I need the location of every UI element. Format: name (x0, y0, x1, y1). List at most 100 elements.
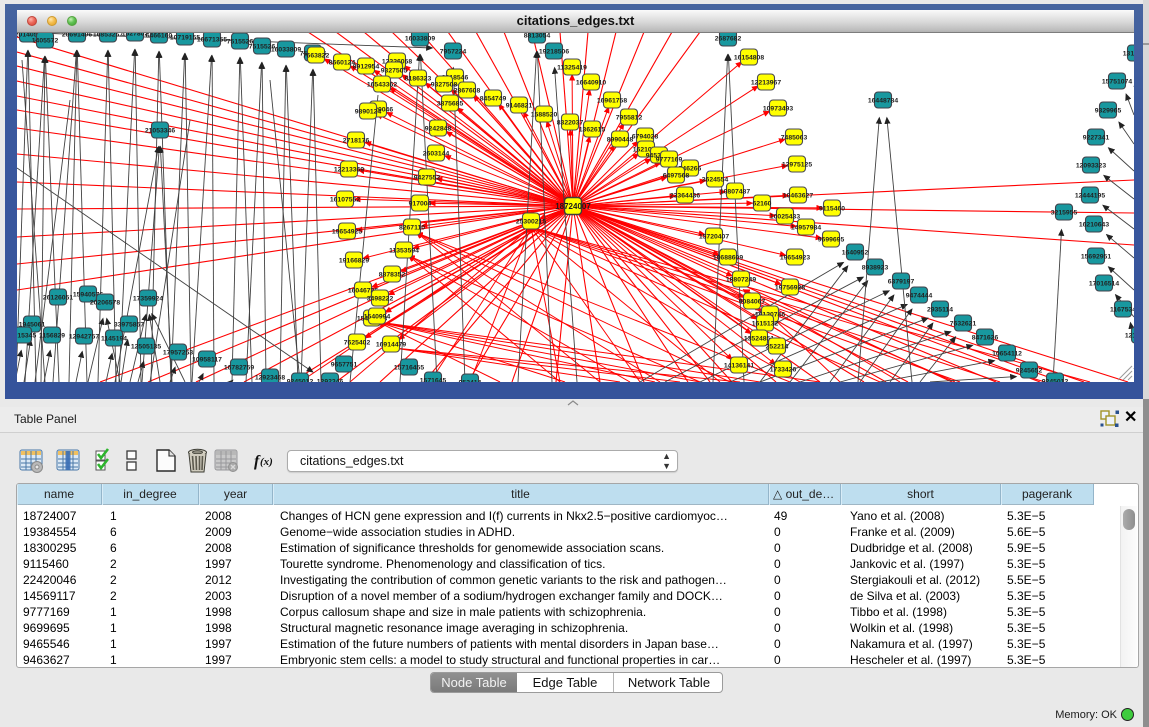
svg-text:10654112: 10654112 (992, 350, 1022, 357)
svg-text:3498222: 3498222 (367, 295, 394, 302)
svg-text:1527802: 1527802 (122, 33, 149, 37)
svg-text:14136141: 14136141 (724, 362, 754, 369)
svg-text:12923468: 12923468 (255, 374, 285, 381)
svg-text:26126051: 26126051 (43, 294, 73, 301)
svg-text:8990448: 8990448 (607, 136, 634, 143)
svg-text:9777169: 9777169 (656, 156, 683, 163)
svg-text:12505135: 12505135 (131, 343, 161, 350)
svg-text:19756928: 19756928 (775, 284, 805, 291)
svg-text:25300215: 25300215 (516, 218, 546, 225)
svg-text:9146821: 9146821 (506, 102, 533, 109)
svg-text:8267110: 8267110 (399, 224, 425, 231)
svg-text:2718176: 2718176 (343, 137, 370, 144)
svg-text:1167534: 1167534 (1110, 306, 1134, 313)
svg-text:33975857: 33975857 (114, 321, 144, 328)
svg-text:16448784: 16448784 (868, 97, 898, 104)
svg-text:6794028: 6794028 (632, 133, 659, 140)
svg-text:12093323: 12093323 (1076, 162, 1106, 169)
svg-text:1615132: 1615132 (752, 320, 779, 327)
svg-text:18807249: 18807249 (726, 276, 756, 283)
svg-text:9474444: 9474444 (906, 292, 933, 299)
svg-text:2935114: 2935114 (927, 306, 953, 313)
svg-text:3915345: 3915345 (17, 332, 36, 339)
svg-text:1405572: 1405572 (32, 37, 59, 44)
svg-text:6466160: 6466160 (146, 33, 173, 39)
svg-text:9245652: 9245652 (1016, 367, 1043, 374)
svg-text:16033809: 16033809 (405, 35, 435, 42)
svg-text:8322037: 8322037 (557, 119, 584, 126)
svg-text:14957984: 14957984 (791, 224, 821, 231)
svg-text:1362615: 1362615 (579, 126, 606, 133)
svg-text:8660124: 8660124 (329, 59, 356, 66)
svg-text:7632621: 7632621 (950, 320, 977, 327)
svg-text:17957253: 17957253 (163, 349, 193, 356)
svg-text:10958117: 10958117 (192, 356, 222, 363)
svg-text:9115460: 9115460 (819, 205, 845, 212)
svg-text:8186323: 8186323 (405, 75, 432, 82)
svg-text:18724007: 18724007 (555, 202, 591, 211)
svg-text:9245012: 9245012 (287, 378, 314, 382)
svg-text:10719155: 10719155 (170, 34, 200, 41)
svg-text:8938923: 8938923 (862, 264, 889, 271)
svg-text:15751074: 15751074 (1102, 78, 1132, 85)
svg-text:16782759: 16782759 (224, 364, 254, 371)
svg-text:1156829: 1156829 (39, 332, 65, 339)
svg-text:3624554: 3624554 (702, 176, 729, 183)
svg-text:16961758: 16961758 (597, 97, 627, 104)
svg-text:1733426: 1733426 (770, 366, 797, 373)
svg-text:10688609: 10688609 (713, 254, 743, 261)
svg-text:9329965: 9329965 (1095, 107, 1122, 114)
svg-text:10025433: 10025433 (770, 213, 800, 220)
svg-text:1540994: 1540994 (364, 313, 391, 320)
svg-text:12975125: 12975125 (782, 161, 812, 168)
svg-text:9227341: 9227341 (1083, 134, 1110, 141)
svg-text:15692951: 15692951 (1081, 253, 1111, 260)
svg-text:7485063: 7485063 (781, 134, 808, 141)
svg-text:16033809: 16033809 (271, 46, 301, 53)
svg-text:(x): (x) (260, 456, 273, 468)
svg-text:7625402: 7625402 (344, 339, 371, 346)
svg-text:21053346: 21053346 (145, 127, 175, 134)
svg-text:6497568: 6497568 (663, 172, 690, 179)
svg-text:15716455: 15716455 (394, 364, 424, 371)
svg-text:17359924: 17359924 (133, 295, 163, 302)
svg-text:3875685: 3875685 (437, 100, 464, 107)
svg-text:2687682: 2687682 (715, 35, 742, 42)
svg-text:16107552: 16107552 (330, 196, 360, 203)
svg-text:8813054: 8813054 (524, 33, 551, 39)
svg-text:10807487: 10807487 (720, 188, 750, 195)
svg-text:16640910: 16640910 (576, 79, 606, 86)
svg-text:8912954: 8912954 (353, 63, 380, 70)
svg-text:952414: 952414 (459, 379, 482, 382)
svg-text:7957224: 7957224 (440, 48, 467, 55)
svg-text:252214: 252214 (766, 343, 789, 350)
svg-text:12213967: 12213967 (751, 79, 781, 86)
svg-text:8454749: 8454749 (480, 95, 507, 102)
svg-text:20691406: 20691406 (62, 33, 92, 38)
svg-text:17016514: 17016514 (1089, 280, 1119, 287)
svg-text:2603144: 2603144 (423, 150, 450, 157)
svg-text:12942757: 12942757 (69, 333, 99, 340)
svg-text:19654925: 19654925 (332, 228, 362, 235)
svg-text:1640952: 1640952 (842, 249, 869, 256)
svg-text:10973493: 10973493 (763, 105, 793, 112)
svg-text:16671355: 16671355 (197, 36, 227, 43)
svg-text:19654923: 19654923 (780, 254, 810, 261)
svg-text:1571645: 1571645 (420, 377, 447, 382)
svg-text:16853257: 16853257 (93, 33, 123, 38)
svg-text:3215955: 3215955 (1051, 209, 1078, 216)
svg-text:7663822: 7663822 (303, 52, 330, 59)
svg-text:12213369: 12213369 (334, 166, 364, 173)
svg-text:19166829: 19166829 (339, 257, 369, 264)
svg-text:1145194: 1145194 (101, 335, 127, 342)
svg-text:9084067: 9084067 (739, 298, 766, 305)
svg-text:11325419: 11325419 (557, 64, 587, 71)
svg-text:8471626: 8471626 (972, 334, 999, 341)
svg-text:11353594: 11353594 (389, 247, 419, 254)
svg-text:23364436: 23364436 (670, 192, 700, 199)
svg-text:8878352: 8878352 (379, 271, 406, 278)
svg-text:20206578: 20206578 (90, 299, 120, 306)
svg-text:1317253: 1317253 (1123, 50, 1134, 57)
svg-text:2867608: 2867608 (454, 87, 481, 94)
svg-text:6379197: 6379197 (888, 278, 915, 285)
